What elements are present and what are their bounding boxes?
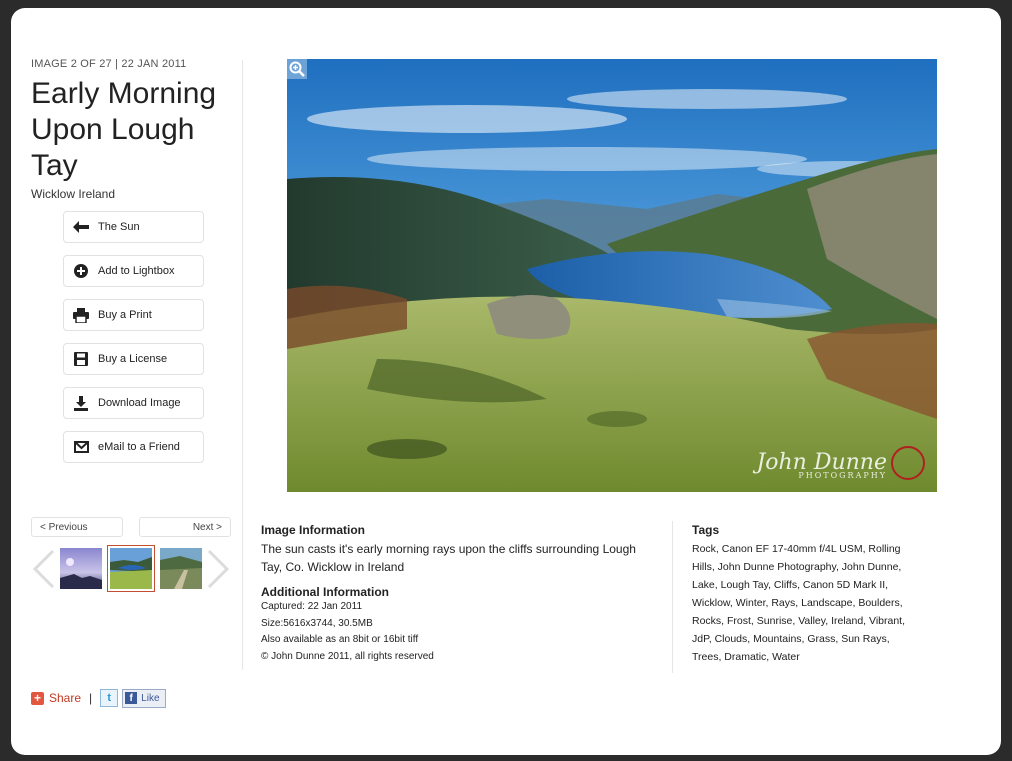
- action-label: The Sun: [98, 221, 140, 233]
- next-button[interactable]: Next >: [139, 517, 231, 537]
- like-label: Like: [141, 692, 160, 704]
- watermark-seal-icon: [891, 446, 925, 480]
- download-image-button[interactable]: Download Image: [63, 387, 204, 419]
- tags-heading: Tags: [692, 523, 720, 537]
- back-to-gallery-button[interactable]: The Sun: [63, 211, 204, 243]
- image-information: Image Information The sun casts it's ear…: [261, 523, 656, 665]
- download-icon: [64, 395, 98, 411]
- image-meta: IMAGE 2 OF 27 | 22 JAN 2011: [31, 58, 187, 70]
- add-to-lightbox-button[interactable]: Add to Lightbox: [63, 255, 204, 287]
- thumbnail-current[interactable]: [107, 545, 155, 592]
- landscape-image: [287, 59, 937, 492]
- tags-list[interactable]: Rock, Canon EF 17-40mm f/4L USM, Rolling…: [692, 540, 917, 666]
- share-plus-icon[interactable]: +: [31, 691, 44, 705]
- photographer-watermark: John Dunne PHOTOGRAPHY: [756, 450, 887, 480]
- arrow-left-icon: [64, 221, 98, 233]
- twitter-icon[interactable]: t: [100, 689, 119, 707]
- save-icon: [64, 352, 98, 366]
- main-photo[interactable]: John Dunne PHOTOGRAPHY: [287, 59, 937, 492]
- buy-license-button[interactable]: Buy a License: [63, 343, 204, 375]
- info-divider: [672, 521, 673, 673]
- chevron-left-icon[interactable]: [33, 550, 55, 588]
- action-label: Download Image: [98, 397, 181, 409]
- image-location: Wicklow Ireland: [31, 187, 116, 201]
- plus-circle-icon: [64, 264, 98, 278]
- envelope-icon: [64, 441, 98, 453]
- action-label: Buy a Print: [98, 309, 152, 321]
- image-header: IMAGE 2 OF 27 | 22 JAN 2011 Early Mornin…: [31, 58, 231, 201]
- captured-date: Captured: 22 Jan 2011: [261, 601, 363, 612]
- image-title: Early Morning Upon Lough Tay: [31, 77, 217, 182]
- email-friend-button[interactable]: eMail to a Friend: [63, 431, 204, 463]
- separator: |: [89, 691, 93, 705]
- format-availability: Also available as an 8bit or 16bit tiff: [261, 634, 419, 645]
- action-label: Add to Lightbox: [98, 265, 175, 277]
- chevron-right-icon[interactable]: [207, 550, 229, 588]
- sidebar-divider: [242, 60, 243, 670]
- pager: < Previous Next >: [31, 517, 231, 539]
- buy-print-button[interactable]: Buy a Print: [63, 299, 204, 331]
- action-label: Buy a License: [98, 353, 168, 365]
- facebook-like-button[interactable]: f Like: [122, 688, 166, 708]
- zoom-icon[interactable]: [287, 59, 307, 79]
- copyright: © John Dunne 2011, all rights reserved: [261, 650, 434, 662]
- printer-icon: [64, 307, 98, 323]
- previous-button[interactable]: < Previous: [31, 517, 123, 537]
- info-heading: Image Information: [261, 523, 366, 537]
- share-link[interactable]: Share: [49, 691, 81, 705]
- social-bar: + Share | t f Like: [31, 688, 166, 708]
- thumbnail-prev[interactable]: [60, 548, 102, 589]
- additional-heading: Additional Information: [261, 585, 389, 599]
- tags-section: Tags Rock, Canon EF 17-40mm f/4L USM, Ro…: [692, 523, 917, 666]
- gallery-panel: IMAGE 2 OF 27 | 22 JAN 2011 Early Mornin…: [11, 8, 1001, 755]
- image-description: The sun casts it's early morning rays up…: [261, 542, 636, 574]
- thumbnail-next[interactable]: [160, 548, 202, 589]
- action-label: eMail to a Friend: [98, 441, 180, 453]
- action-list: The Sun Add to Lightbox Buy a Print Buy …: [63, 211, 206, 475]
- thumbnail-strip: [31, 544, 236, 594]
- image-size: Size:5616x3744, 30.5MB: [261, 617, 373, 629]
- facebook-icon: f: [125, 692, 138, 704]
